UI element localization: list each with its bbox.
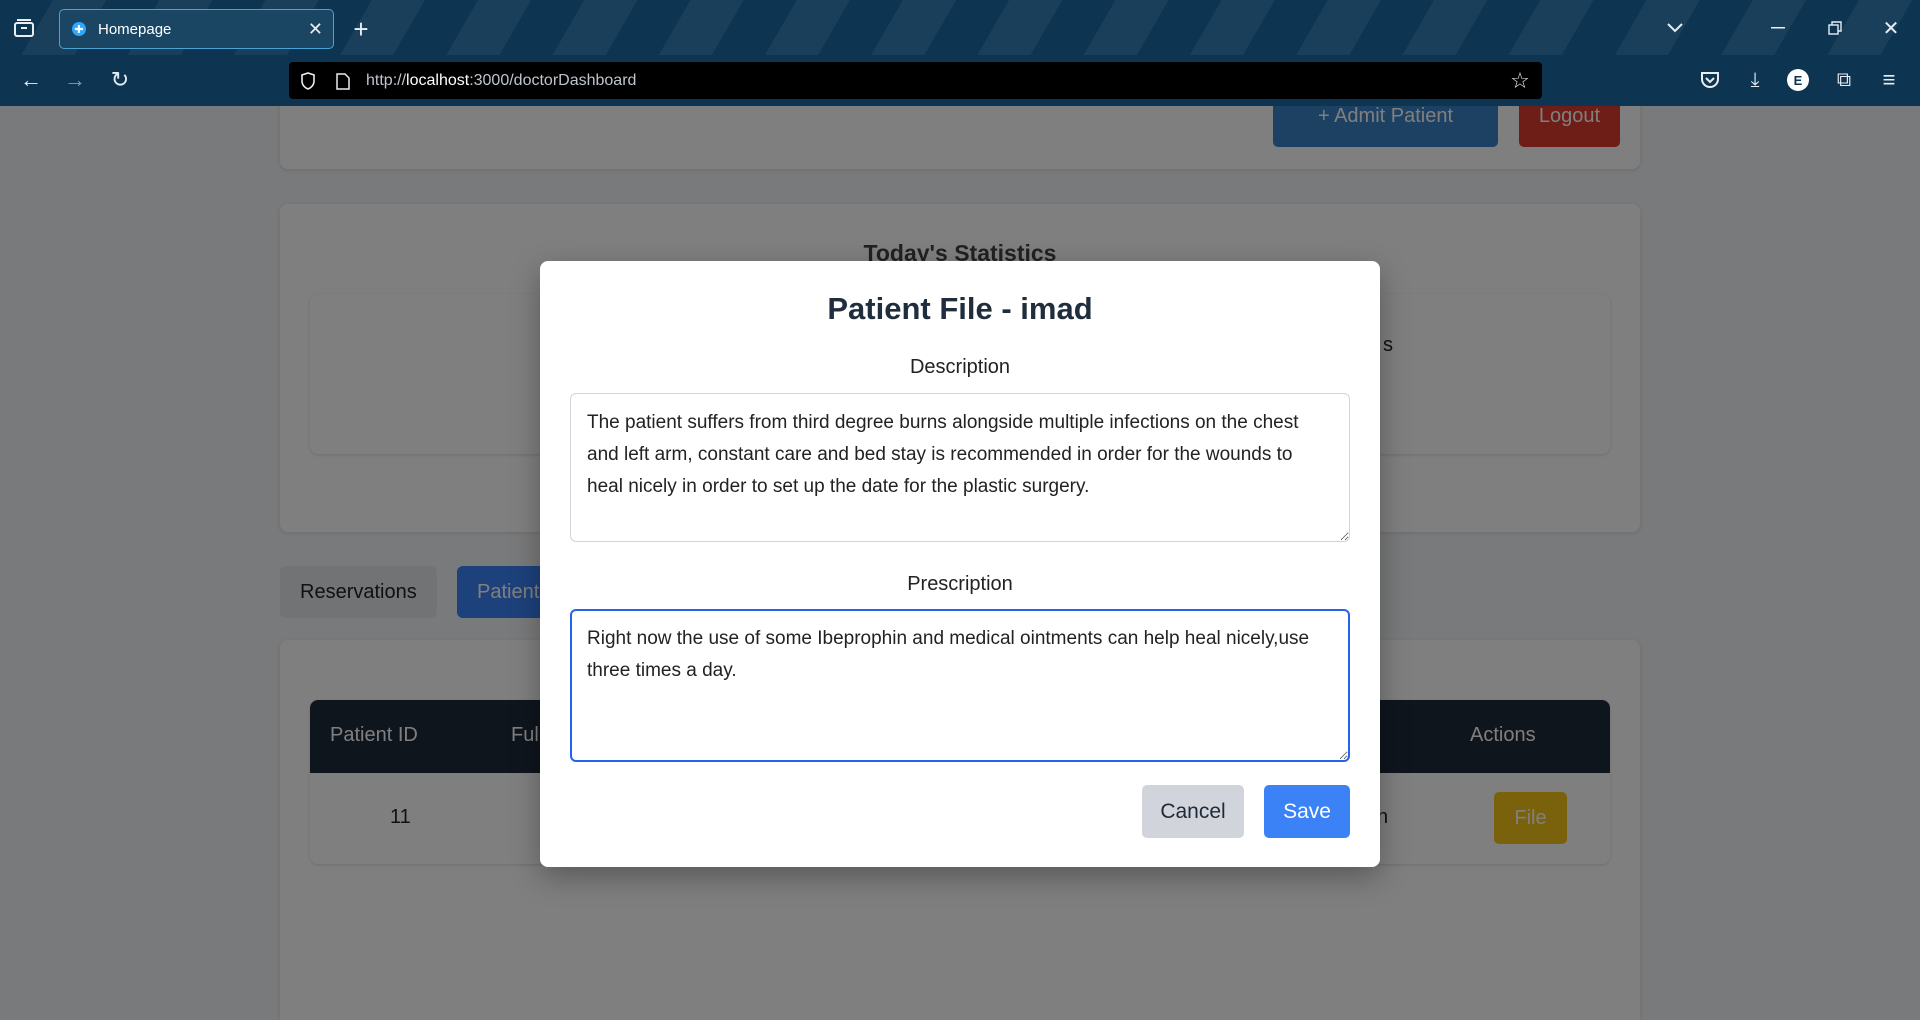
restore-icon[interactable]	[1823, 16, 1847, 40]
page-info-icon[interactable]	[332, 70, 354, 92]
patient-file-modal: Patient File - imad Description The pati…	[540, 261, 1380, 867]
url-path: :3000/doctorDashboard	[469, 72, 637, 89]
minimize-icon[interactable]	[1766, 16, 1790, 40]
new-tab-icon[interactable]: +	[348, 14, 374, 44]
url-prefix: http://	[366, 72, 407, 89]
forward-icon[interactable]: →	[62, 67, 88, 93]
reload-icon[interactable]: ↻	[107, 67, 133, 93]
tab-homepage[interactable]: ✚ Homepage ✕	[59, 9, 334, 49]
cancel-button[interactable]: Cancel	[1142, 785, 1244, 838]
description-label: Description	[909, 356, 1011, 378]
tab-favicon-icon: ✚	[72, 22, 86, 36]
download-icon[interactable]: ⤓	[1742, 67, 1768, 93]
url-bar[interactable]: http://localhost:3000/doctorDashboard ☆	[289, 62, 1542, 99]
prescription-label: Prescription	[907, 573, 1013, 595]
prescription-textarea[interactable]: Right now the use of some Ibeprophin and…	[570, 609, 1350, 762]
back-icon[interactable]: ←	[18, 67, 44, 93]
close-window-icon[interactable]: ✕	[1879, 16, 1903, 40]
browser-titlebar: ✚ Homepage ✕ + ✕	[0, 0, 1920, 55]
account-icon[interactable]: E	[1787, 69, 1809, 91]
tab-title: Homepage	[98, 20, 172, 38]
description-textarea[interactable]: The patient suffers from third degree bu…	[570, 393, 1350, 542]
url-host: localhost	[406, 72, 470, 89]
pocket-icon[interactable]	[1697, 67, 1723, 93]
shield-icon[interactable]	[297, 70, 319, 92]
bookmark-star-icon[interactable]: ☆	[1508, 68, 1532, 93]
menu-icon[interactable]: ≡	[1876, 67, 1902, 93]
url-text[interactable]: http://localhost:3000/doctorDashboard	[366, 72, 636, 90]
modal-title: Patient File - imad	[827, 291, 1093, 326]
extensions-icon[interactable]: ⧉	[1831, 67, 1857, 93]
tab-overview-icon[interactable]	[12, 17, 36, 39]
close-tab-icon[interactable]: ✕	[308, 19, 323, 40]
chevron-down-icon[interactable]	[1663, 16, 1687, 40]
save-button[interactable]: Save	[1264, 785, 1350, 838]
